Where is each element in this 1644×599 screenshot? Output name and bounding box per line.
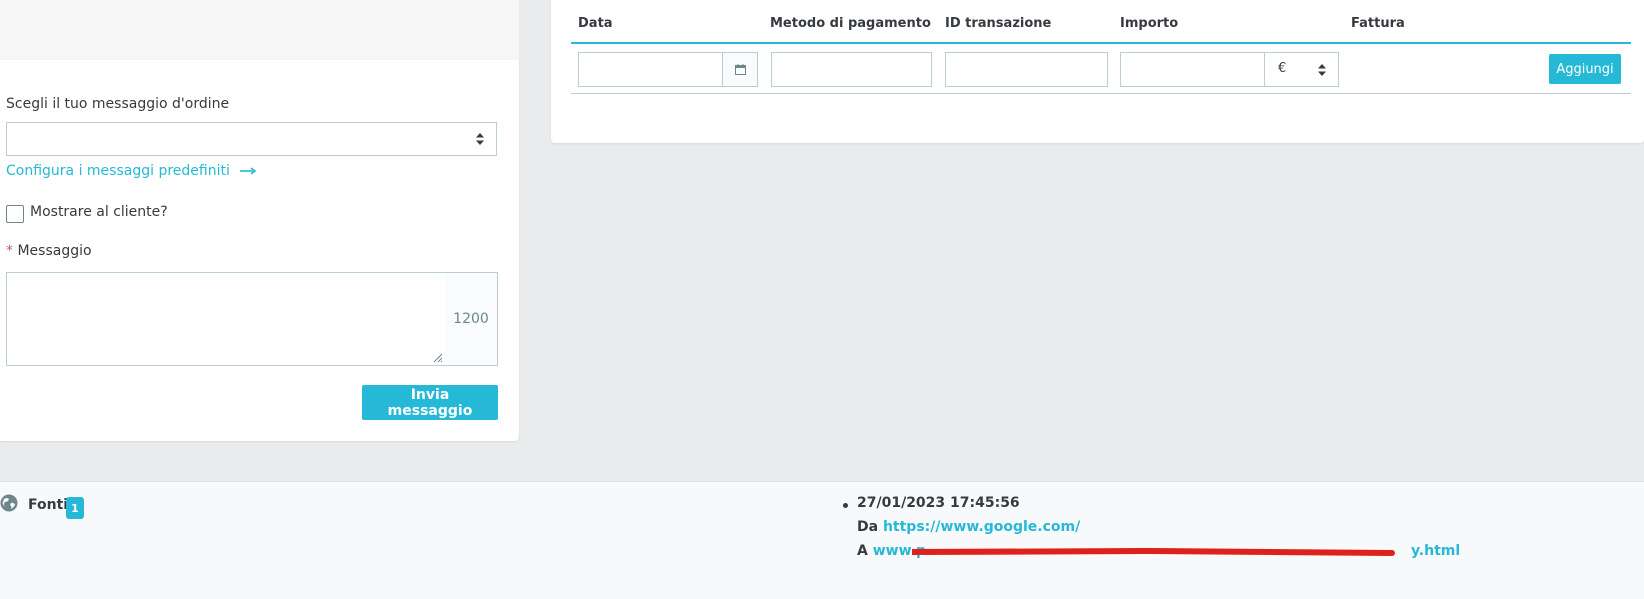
configure-messages-link[interactable]: Configura i messaggi predefiniti bbox=[6, 163, 257, 179]
payment-date-input[interactable] bbox=[578, 52, 723, 87]
calendar-button[interactable] bbox=[722, 52, 758, 87]
sources-title: Fonti bbox=[28, 497, 69, 513]
char-counter: 1200 bbox=[445, 272, 498, 366]
source-from-label: Da bbox=[857, 519, 879, 535]
currency-select[interactable]: € bbox=[1264, 52, 1339, 87]
source-to-url-end: y.html bbox=[1410, 543, 1461, 559]
col-header-transaction-id: ID transazione bbox=[945, 16, 1052, 31]
amount-input[interactable] bbox=[1120, 52, 1265, 87]
resize-grip-icon[interactable] bbox=[431, 351, 443, 363]
message-label-text: Messaggio bbox=[17, 243, 92, 259]
currency-value: € bbox=[1278, 61, 1287, 76]
order-message-select[interactable] bbox=[6, 122, 497, 156]
globe-icon bbox=[0, 494, 18, 512]
show-to-customer-label: Mostrare al cliente? bbox=[30, 204, 168, 220]
show-to-customer-checkbox[interactable] bbox=[6, 205, 24, 223]
required-mark: * bbox=[6, 243, 13, 259]
transaction-id-input[interactable] bbox=[945, 52, 1108, 87]
sort-arrows-icon bbox=[1318, 63, 1326, 76]
source-from-row: Da https://www.google.com/ bbox=[857, 519, 1080, 535]
message-label: * Messaggio bbox=[6, 243, 92, 259]
message-select-label: Scegli il tuo messaggio d'ordine bbox=[6, 96, 230, 112]
table-header-divider bbox=[571, 42, 1631, 44]
col-header-invoice: Fattura bbox=[1351, 16, 1405, 31]
source-datetime: 27/01/2023 17:45:56 bbox=[857, 495, 1020, 511]
payment-method-input[interactable] bbox=[771, 52, 932, 87]
message-textarea[interactable] bbox=[6, 272, 446, 366]
table-row-divider bbox=[571, 93, 1631, 94]
col-header-amount: Importo bbox=[1120, 16, 1179, 31]
calendar-icon bbox=[734, 64, 746, 75]
send-message-button[interactable]: Invia messaggio bbox=[362, 385, 498, 420]
list-bullet bbox=[843, 503, 848, 508]
redaction-mark bbox=[912, 548, 1395, 556]
configure-messages-label: Configura i messaggi predefiniti bbox=[6, 163, 230, 179]
add-payment-button[interactable]: Aggiungi bbox=[1549, 54, 1621, 84]
col-header-payment-method: Metodo di pagamento bbox=[770, 16, 931, 31]
arrow-right-icon bbox=[240, 167, 257, 175]
col-header-date: Data bbox=[578, 16, 613, 31]
left-card-top-section bbox=[0, 0, 519, 60]
source-to-label: A bbox=[857, 543, 868, 559]
sort-arrows-icon bbox=[476, 133, 484, 145]
source-from-link[interactable]: https://www.google.com/ bbox=[883, 519, 1080, 535]
sources-panel bbox=[0, 481, 1644, 599]
sources-count-badge: 1 bbox=[66, 497, 84, 519]
